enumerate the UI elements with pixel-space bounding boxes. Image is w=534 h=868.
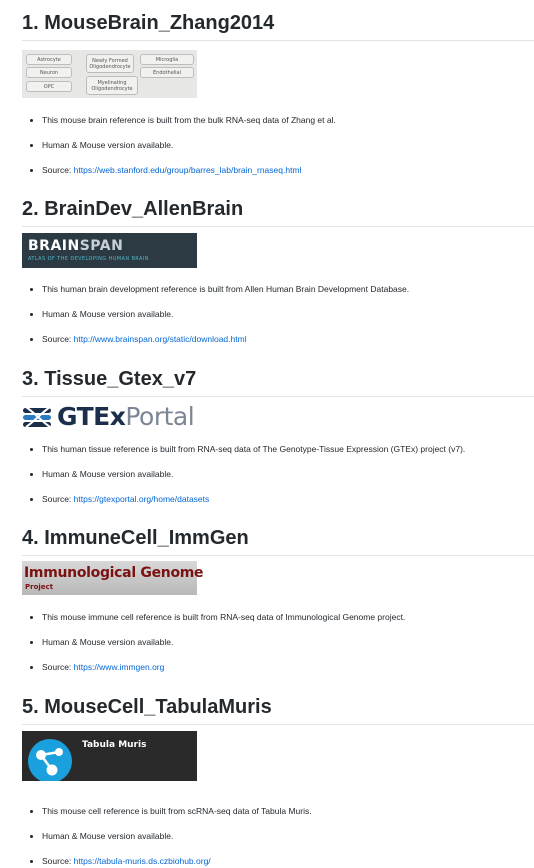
source-link[interactable]: https://tabula-muris.ds.czbiohub.org/ bbox=[74, 856, 211, 866]
cell-type-label: Neuron bbox=[26, 67, 72, 78]
list-item: Source: https://gtexportal.org/home/data… bbox=[42, 493, 534, 505]
list-item: Human & Mouse version available. bbox=[42, 830, 534, 842]
source-label: Source: bbox=[42, 662, 74, 672]
source-label: Source: bbox=[42, 494, 74, 504]
section-heading: 4. ImmuneCell_ImmGen bbox=[22, 525, 534, 556]
cell-type-label: Newly Formed Oligodendrocyte bbox=[86, 54, 134, 73]
list-item: This human brain development reference i… bbox=[42, 283, 534, 295]
list-item: Human & Mouse version available. bbox=[42, 308, 534, 320]
list-item: Source: https://www.immgen.org bbox=[42, 661, 534, 673]
list-item: Source: http://www.brainspan.org/static/… bbox=[42, 333, 534, 345]
gtex-portal-logo: GTExPortal bbox=[22, 402, 200, 431]
section-heading: 1. MouseBrain_Zhang2014 bbox=[22, 10, 534, 41]
tabula-muris-icon bbox=[28, 739, 72, 781]
bullet-list: This human brain development reference i… bbox=[22, 283, 534, 345]
source-link[interactable]: http://www.brainspan.org/static/download… bbox=[74, 334, 247, 344]
list-item: Human & Mouse version available. bbox=[42, 636, 534, 648]
list-item: Human & Mouse version available. bbox=[42, 468, 534, 480]
brainspan-logo: BRAINSPAN ATLAS OF THE DEVELOPING HUMAN … bbox=[22, 233, 197, 268]
section-immunecell-immgen: 4. ImmuneCell_ImmGen Immunological Genom… bbox=[22, 525, 534, 672]
list-item: This mouse cell reference is built from … bbox=[42, 805, 534, 817]
dna-helix-icon bbox=[23, 406, 51, 428]
immgen-logo: Immunological Genome Project bbox=[22, 561, 204, 595]
cell-type-label: Astrocyte bbox=[26, 54, 72, 65]
tabula-muris-logo: Tabula Muris bbox=[22, 731, 197, 781]
immgen-logo-subtitle: Project bbox=[25, 583, 54, 591]
source-link[interactable]: https://www.immgen.org bbox=[74, 662, 165, 672]
brainspan-logo-subtitle: ATLAS OF THE DEVELOPING HUMAN BRAIN bbox=[28, 256, 149, 262]
bullet-list: This mouse cell reference is built from … bbox=[22, 805, 534, 867]
section-heading: 2. BrainDev_AllenBrain bbox=[22, 196, 534, 227]
immgen-logo-title: Immunological Genome bbox=[24, 565, 204, 581]
section-heading: 3. Tissue_Gtex_v7 bbox=[22, 366, 534, 397]
source-link[interactable]: https://gtexportal.org/home/datasets bbox=[74, 494, 210, 504]
cell-type-label: Microglia bbox=[140, 54, 194, 65]
bullet-list: This mouse immune cell reference is buil… bbox=[22, 611, 534, 673]
cell-type-label: Myelinating Oligodendrocyte bbox=[86, 76, 138, 95]
source-label: Source: bbox=[42, 165, 74, 175]
source-label: Source: bbox=[42, 856, 74, 866]
section-mousecell-tabulamuris: 5. MouseCell_TabulaMuris Tabula Muris Th… bbox=[22, 694, 534, 866]
section-tissue-gtex: 3. Tissue_Gtex_v7 GTExPortal This human … bbox=[22, 366, 534, 504]
brainspan-logo-title: BRAINSPAN bbox=[28, 238, 124, 254]
section-heading: 5. MouseCell_TabulaMuris bbox=[22, 694, 534, 725]
cell-type-label: OPC bbox=[26, 81, 72, 92]
source-label: Source: bbox=[42, 334, 74, 344]
list-item: Human & Mouse version available. bbox=[42, 139, 534, 151]
bullet-list: This human tissue reference is built fro… bbox=[22, 443, 534, 505]
gtex-logo-text: GTExPortal bbox=[57, 402, 195, 431]
zhang-cell-types-image: Astrocyte Newly Formed Oligodendrocyte M… bbox=[22, 50, 197, 98]
bullet-list: This mouse brain reference is built from… bbox=[22, 114, 534, 176]
cell-type-label: Endothelial bbox=[140, 67, 194, 78]
list-item: This mouse immune cell reference is buil… bbox=[42, 611, 534, 623]
list-item: This human tissue reference is built fro… bbox=[42, 443, 534, 455]
section-mousebrain-zhang: 1. MouseBrain_Zhang2014 Astrocyte Newly … bbox=[22, 10, 534, 175]
list-item: Source: https://tabula-muris.ds.czbiohub… bbox=[42, 855, 534, 867]
tabula-muris-logo-title: Tabula Muris bbox=[82, 740, 147, 750]
source-link[interactable]: https://web.stanford.edu/group/barres_la… bbox=[74, 165, 302, 175]
list-item: Source: https://web.stanford.edu/group/b… bbox=[42, 164, 534, 176]
list-item: This mouse brain reference is built from… bbox=[42, 114, 534, 126]
section-braindev-allenbrain: 2. BrainDev_AllenBrain BRAINSPAN ATLAS O… bbox=[22, 196, 534, 344]
